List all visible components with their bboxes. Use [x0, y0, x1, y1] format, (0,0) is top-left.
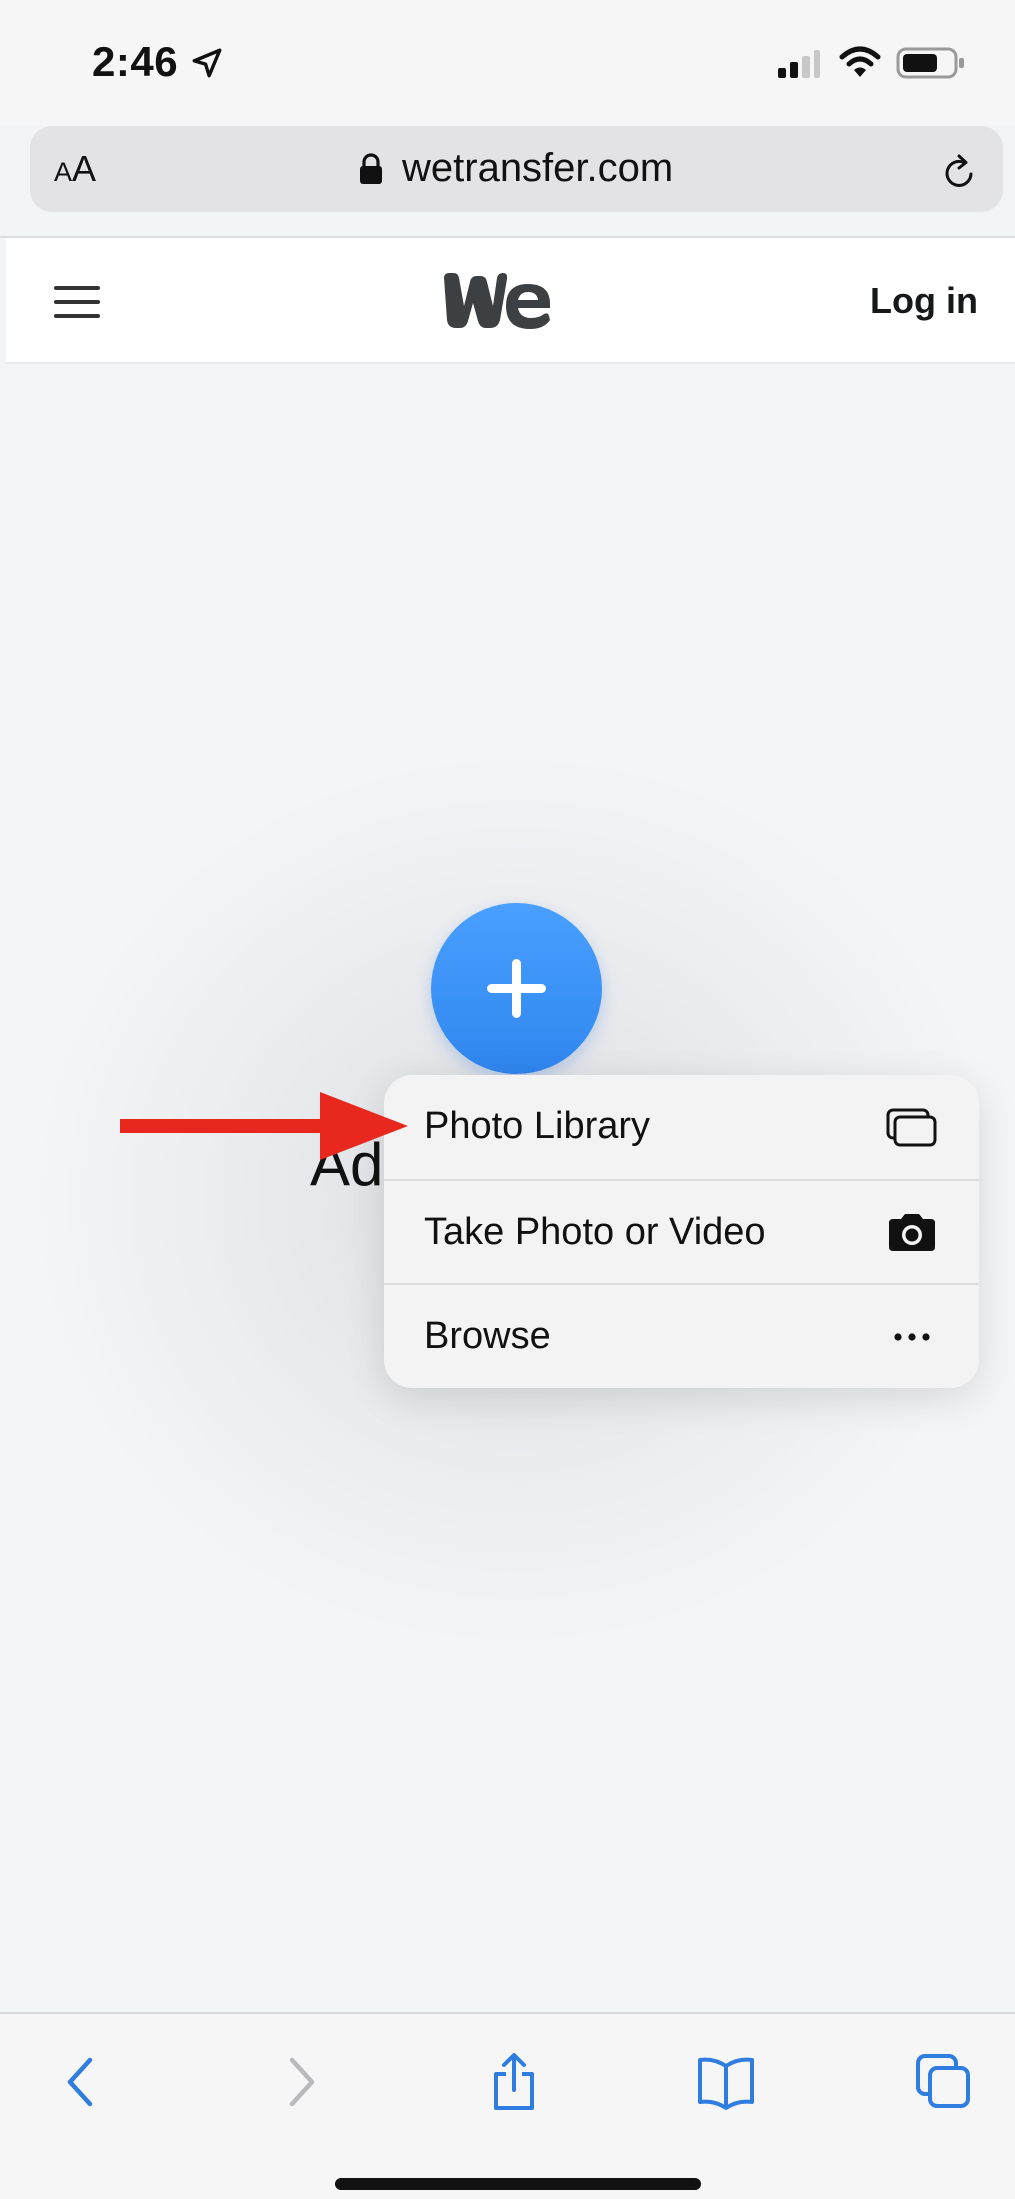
status-time: 2:46	[92, 38, 179, 85]
forward-icon	[289, 2057, 315, 2107]
reload-icon[interactable]	[940, 150, 980, 192]
text-size-small-label: A	[54, 157, 73, 187]
menu-item-label: Photo Library	[424, 1105, 651, 1147]
text-size-button[interactable]: AA	[54, 148, 96, 190]
home-indicator	[335, 2178, 701, 2190]
file-picker-menu: Photo Library Take Photo or Video Browse	[384, 1075, 979, 1388]
signal-icon	[778, 50, 820, 78]
camera-icon	[889, 1214, 935, 1251]
bookmarks-icon[interactable]	[696, 2052, 756, 2112]
share-icon[interactable]	[484, 2052, 544, 2112]
location-arrow-icon	[192, 48, 222, 78]
login-link[interactable]: Log in	[870, 280, 978, 322]
wifi-icon	[839, 46, 881, 77]
menu-item-take-photo-video[interactable]: Take Photo or Video	[384, 1179, 979, 1285]
menu-item-photo-library[interactable]: Photo Library	[384, 1075, 979, 1179]
battery-icon	[896, 47, 964, 79]
hamburger-menu-icon[interactable]	[52, 284, 102, 320]
menu-item-label: Take Photo or Video	[424, 1211, 766, 1253]
menu-item-browse[interactable]: Browse	[384, 1283, 979, 1388]
plus-icon	[487, 959, 546, 1018]
tabs-icon[interactable]	[914, 2052, 974, 2112]
menu-item-label: Browse	[424, 1315, 551, 1357]
lock-icon	[360, 153, 382, 184]
more-ellipsis-icon	[894, 1333, 930, 1341]
back-icon[interactable]	[52, 2052, 112, 2112]
photo-library-icon	[886, 1108, 937, 1147]
red-arrow-annotation	[120, 1092, 408, 1160]
wetransfer-we-logo[interactable]	[440, 270, 552, 332]
text-size-large-label: A	[72, 148, 97, 189]
url-text[interactable]: wetransfer.com	[402, 146, 673, 191]
